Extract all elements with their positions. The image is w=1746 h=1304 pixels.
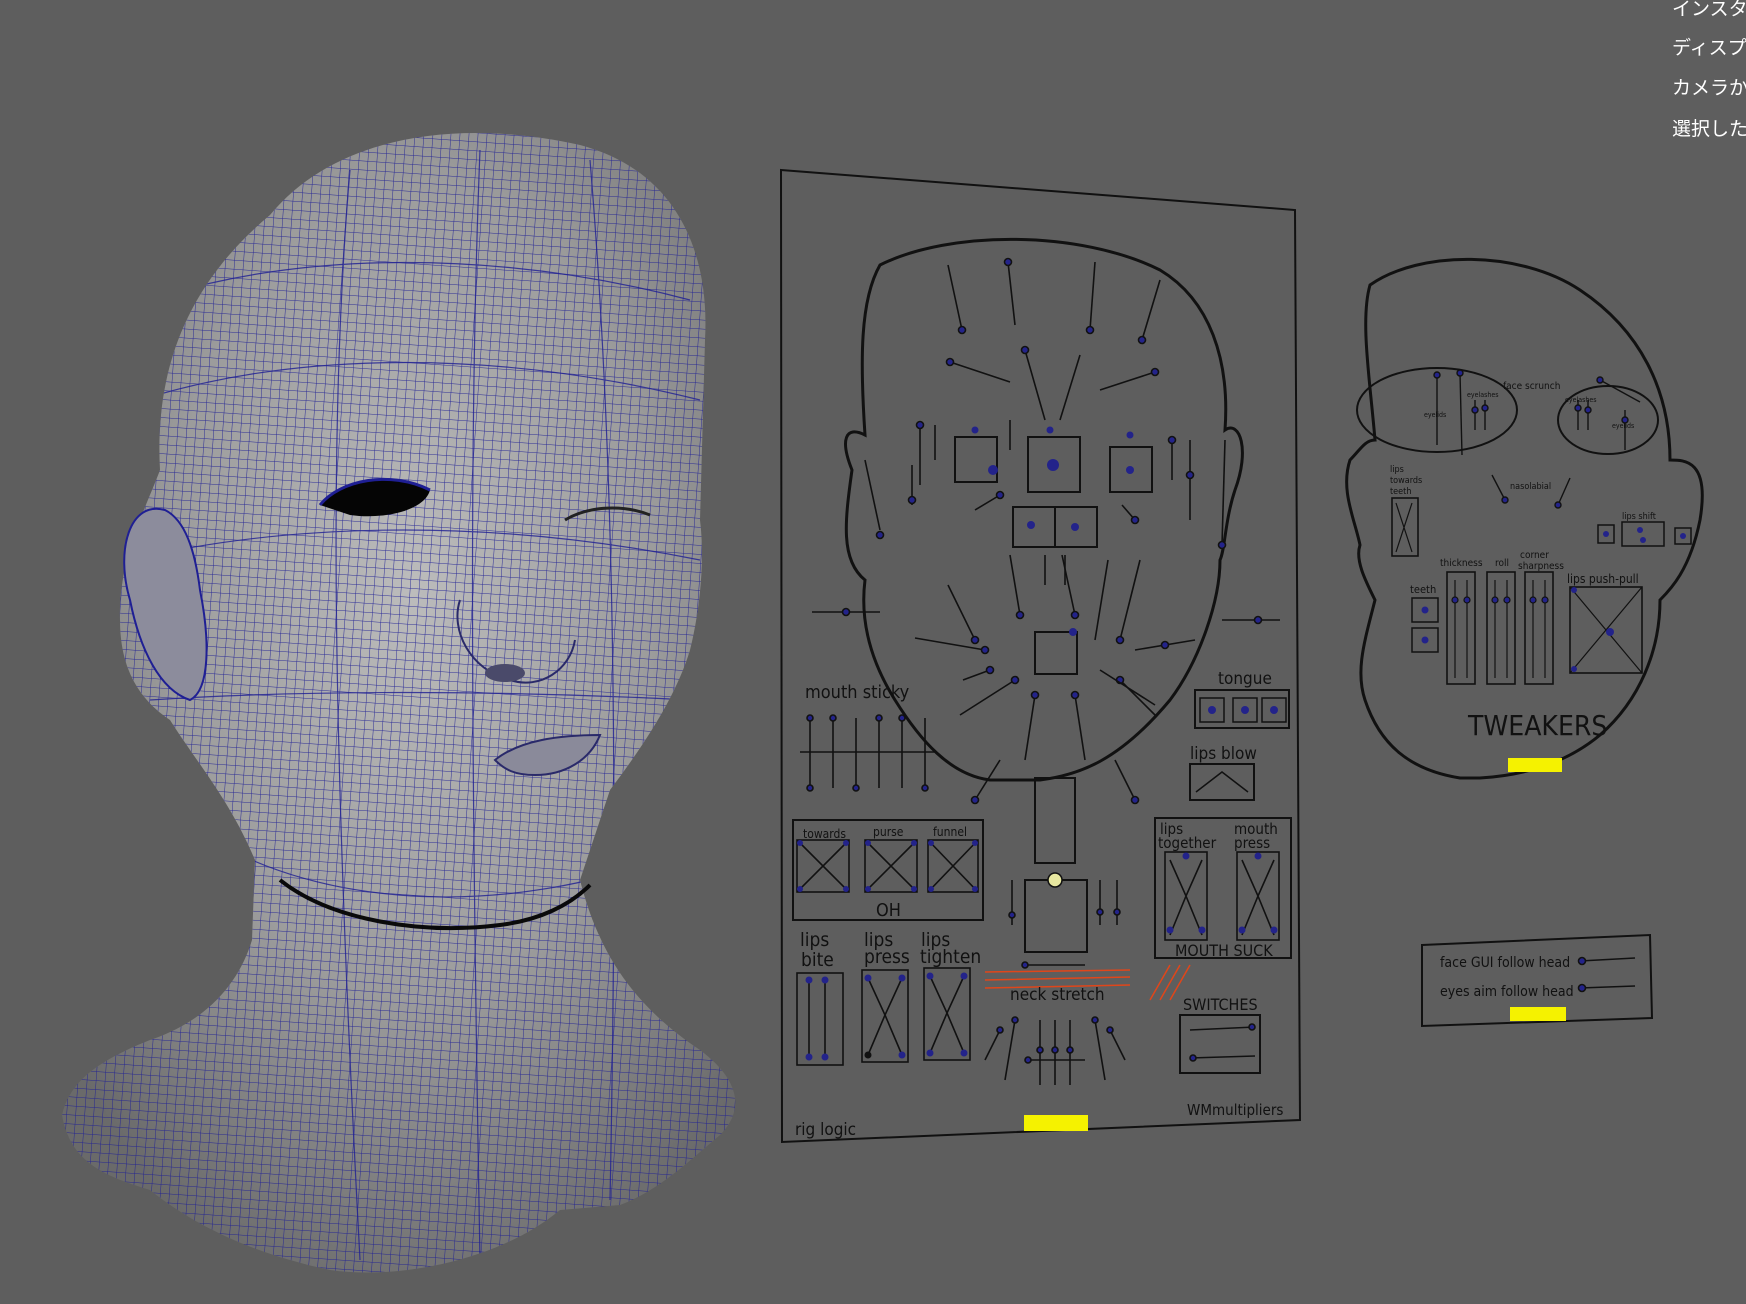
- eyes-aim-follow-switch[interactable]: [1577, 983, 1587, 993]
- lips-shift-label: lips shift: [1622, 512, 1656, 522]
- lips-push-pull-label: lips push-pull: [1567, 572, 1639, 586]
- menu-item-display[interactable]: ディスプレイ: [1672, 33, 1746, 60]
- tweakers-panel[interactable]: face scrunch eyelids eyelashes eyelashes…: [1345, 257, 1704, 780]
- tongue-label: tongue: [1218, 669, 1272, 689]
- switches-select-button[interactable]: [1510, 1007, 1566, 1021]
- menu-item-from-camera[interactable]: カメラから: [1672, 73, 1746, 100]
- mouth-press-label-2: press: [1234, 834, 1270, 852]
- mouth-sticky-label: mouth sticky: [805, 682, 910, 703]
- eyelashes-left-label: eyelashes: [1467, 391, 1499, 399]
- lips-towards-teeth-label-2: towards: [1390, 476, 1422, 486]
- lips-towards-teeth-label-3: teeth: [1390, 487, 1411, 497]
- viewport-canvas[interactable]: mouth sticky tongue lips blow towards pu…: [0, 0, 1746, 1304]
- lips-bite-label-1: lips: [800, 929, 829, 951]
- teeth-label: teeth: [1410, 583, 1436, 596]
- menu-item-instance[interactable]: インスタンス: [1672, 0, 1746, 21]
- tweakers-title: TWEAKERS: [1467, 709, 1607, 742]
- tweakers-select-button[interactable]: [1508, 758, 1562, 772]
- rig-control-panel[interactable]: mouth sticky tongue lips blow towards pu…: [779, 168, 1302, 1144]
- lips-press-label-2: press: [864, 946, 910, 968]
- lips-together-label-2: together: [1158, 834, 1217, 852]
- rig-logic-label: rig logic: [795, 1120, 856, 1140]
- lips-bite-label-2: bite: [801, 949, 834, 971]
- mouth-suck-label: MOUTH SUCK: [1175, 941, 1273, 960]
- oh-funnel-label: funnel: [933, 825, 967, 839]
- context-menu: インスタンス ディスプレイ カメラから 選択した: [1668, 0, 1746, 150]
- neck-stretch-label: neck stretch: [1010, 985, 1105, 1005]
- corner-label: corner: [1520, 550, 1549, 561]
- oh-label: OH: [876, 900, 901, 921]
- menu-item-selected[interactable]: 選択した: [1672, 114, 1746, 141]
- head-mesh[interactable]: [40, 100, 760, 1300]
- roll-label: roll: [1495, 558, 1509, 569]
- eyelids-right-label: eyelids: [1612, 422, 1634, 430]
- nasolabial-label: nasolabial: [1510, 482, 1551, 492]
- maya-viewport[interactable]: mouth sticky tongue lips blow towards pu…: [0, 0, 1746, 1304]
- eyelashes-right-label: eyelashes: [1565, 396, 1597, 404]
- follow-switches-panel[interactable]: face GUI follow head eyes aim follow hea…: [1421, 933, 1654, 1028]
- eyelids-left-label: eyelids: [1424, 411, 1446, 419]
- sharpness-label: sharpness: [1518, 561, 1564, 572]
- thickness-label: thickness: [1440, 558, 1483, 569]
- face-gui-follow-switch[interactable]: [1577, 956, 1587, 966]
- multipliers-label: WMmultipliers: [1187, 1101, 1283, 1119]
- lips-towards-teeth-label-1: lips: [1390, 465, 1404, 475]
- rig-select-button[interactable]: [1024, 1115, 1088, 1131]
- face-gui-follow-head-label: face GUI follow head: [1440, 955, 1570, 971]
- switches-label: SWITCHES: [1183, 995, 1258, 1014]
- lips-tighten-label-2: tighten: [920, 946, 981, 968]
- oh-towards-label: towards: [803, 827, 846, 841]
- face-scrunch-label: face scrunch: [1503, 381, 1560, 392]
- eyes-aim-follow-head-label: eyes aim follow head: [1440, 984, 1574, 1000]
- oh-purse-label: purse: [873, 825, 904, 839]
- lips-blow-label: lips blow: [1190, 744, 1257, 764]
